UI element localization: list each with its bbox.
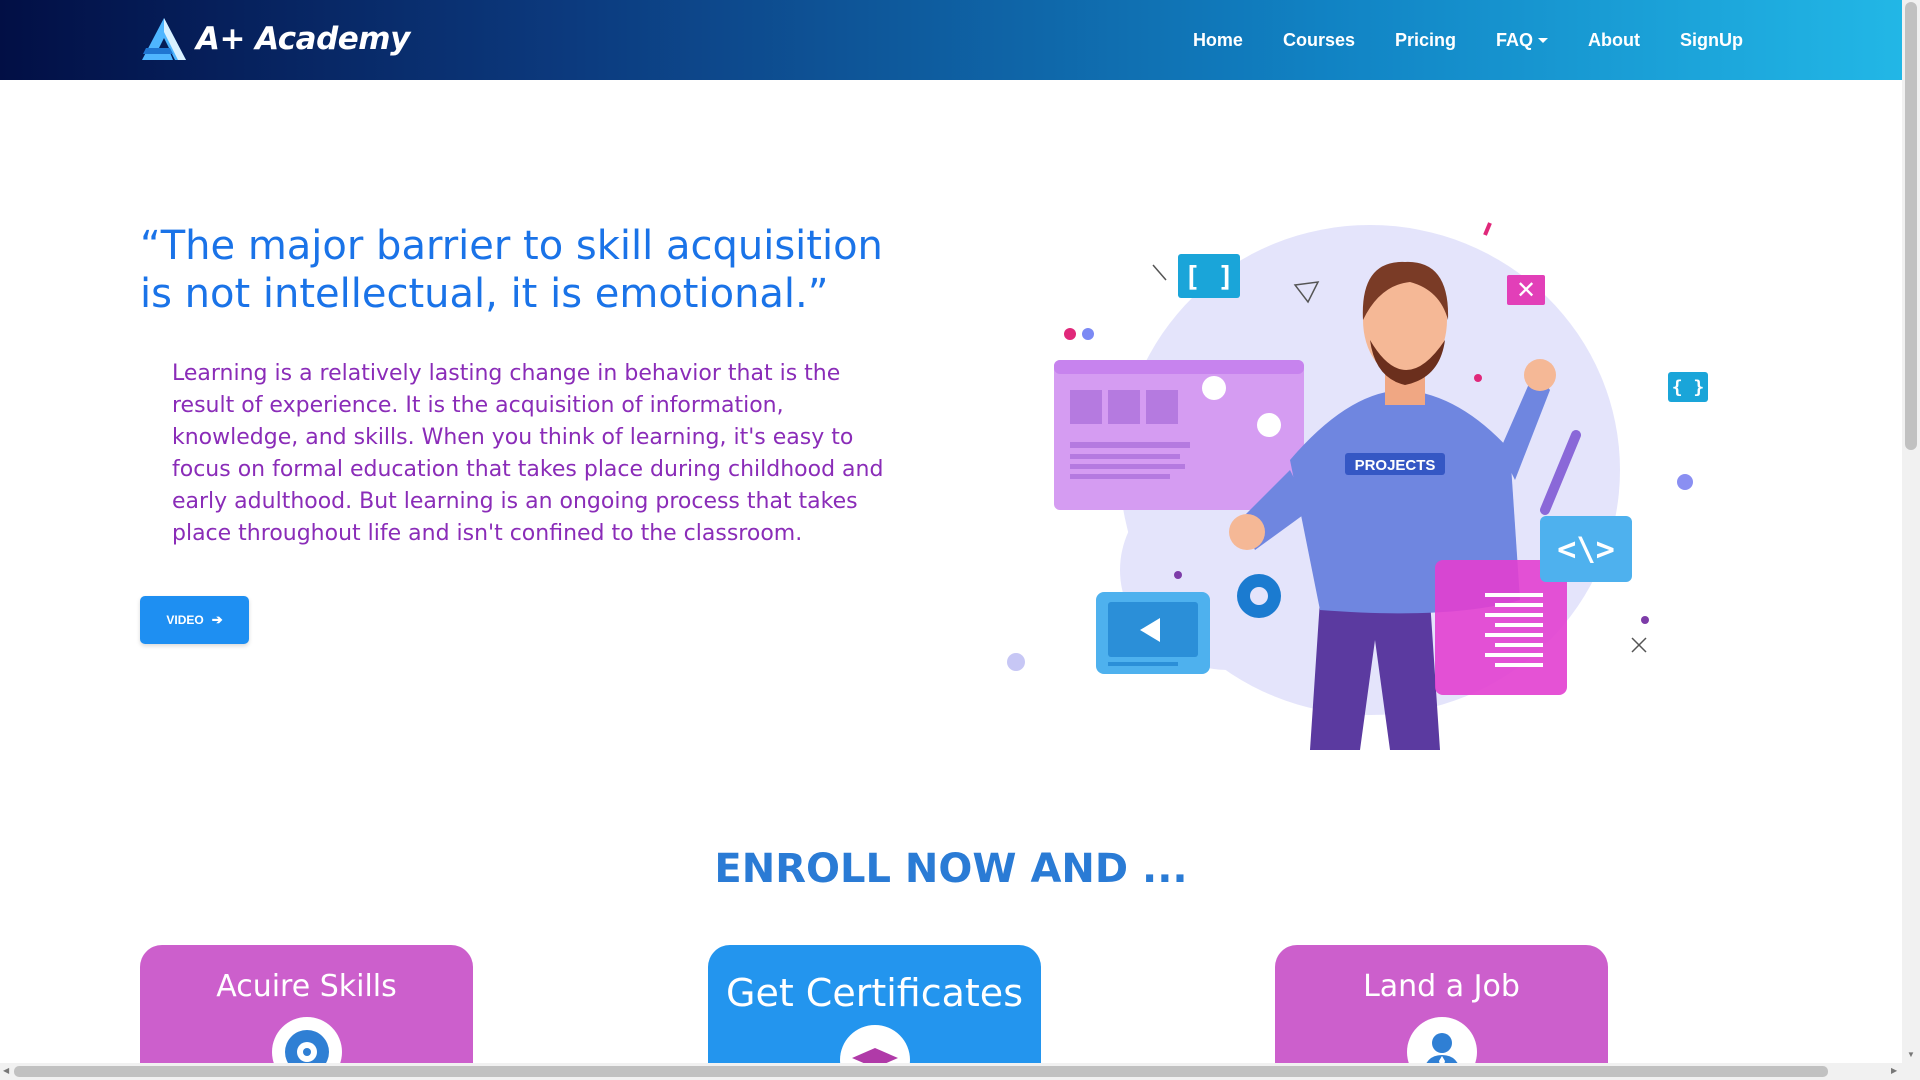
dot-decoration <box>1174 571 1182 579</box>
brand-name: A+ Academy <box>196 21 410 57</box>
svg-text:{ }: { } <box>1672 377 1705 398</box>
caret-down-icon <box>1538 37 1549 43</box>
svg-text:[ ]: [ ] <box>1184 260 1235 293</box>
nav-home[interactable]: Home <box>1193 30 1243 51</box>
card-title: Acuire Skills <box>216 969 397 1004</box>
vertical-scrollbar-thumb[interactable] <box>1905 2 1917 450</box>
navbar: A+ Academy Home Courses Pricing FAQ Abou… <box>0 0 1902 80</box>
triangle-logo-icon <box>142 18 186 60</box>
dot-decoration <box>1064 328 1076 340</box>
nav-faq-dropdown[interactable]: FAQ <box>1496 29 1549 51</box>
nav-pricing[interactable]: Pricing <box>1395 30 1456 51</box>
video-button[interactable]: VIDEO ➔ <box>140 596 249 644</box>
scroll-down-icon[interactable]: ▼ <box>1907 1050 1915 1059</box>
nav-courses[interactable]: Courses <box>1283 30 1355 51</box>
enroll-heading: ENROLL NOW AND ... <box>714 846 1188 892</box>
nav-faq-label: FAQ <box>1496 29 1534 50</box>
nav-links: Home Courses Pricing FAQ About SignUp <box>1153 0 1743 80</box>
hero-illustration: [ ] { } PROJECTS ✕ <\> <box>1007 222 1708 750</box>
hero-quote: “The major barrier to skill acquisition … <box>140 223 883 317</box>
vertical-scrollbar[interactable]: ▲ ▼ <box>1902 0 1920 1063</box>
horizontal-scrollbar[interactable]: ◀ ▶ <box>0 1063 1920 1080</box>
dot-decoration <box>1007 653 1025 671</box>
circle-button <box>1257 413 1281 437</box>
card-get-certificates[interactable]: Get Certificates <box>708 945 1041 1080</box>
dot-decoration <box>1474 374 1482 382</box>
scroll-left-icon[interactable]: ◀ <box>3 1066 9 1075</box>
projects-label: PROJECTS <box>1355 457 1436 474</box>
circle-button <box>1202 376 1226 400</box>
nav-about[interactable]: About <box>1588 30 1640 51</box>
arrow-right-icon: ➔ <box>211 612 223 627</box>
dot-decoration <box>1641 616 1649 624</box>
dot-decoration <box>1082 328 1094 340</box>
card-title: Get Certificates <box>726 971 1023 1015</box>
video-button-label: VIDEO <box>166 613 204 627</box>
card-land-a-job[interactable]: Land a Job <box>1275 945 1608 1080</box>
card-acquire-skills[interactable]: Acuire Skills <box>140 945 473 1080</box>
svg-text:<\>: <\> <box>1557 530 1615 568</box>
line-decoration <box>1152 264 1167 281</box>
svg-text:✕: ✕ <box>1516 276 1536 304</box>
brand[interactable]: A+ Academy <box>142 18 410 60</box>
horizontal-scrollbar-thumb[interactable] <box>14 1066 1828 1077</box>
nav-signup[interactable]: SignUp <box>1680 30 1743 51</box>
card-title: Land a Job <box>1363 969 1520 1004</box>
hero-paragraph: Learning is a relatively lasting change … <box>172 361 884 546</box>
scroll-right-icon[interactable]: ▶ <box>1891 1066 1897 1075</box>
dot-decoration <box>1677 474 1693 490</box>
line-decoration <box>1483 222 1492 236</box>
